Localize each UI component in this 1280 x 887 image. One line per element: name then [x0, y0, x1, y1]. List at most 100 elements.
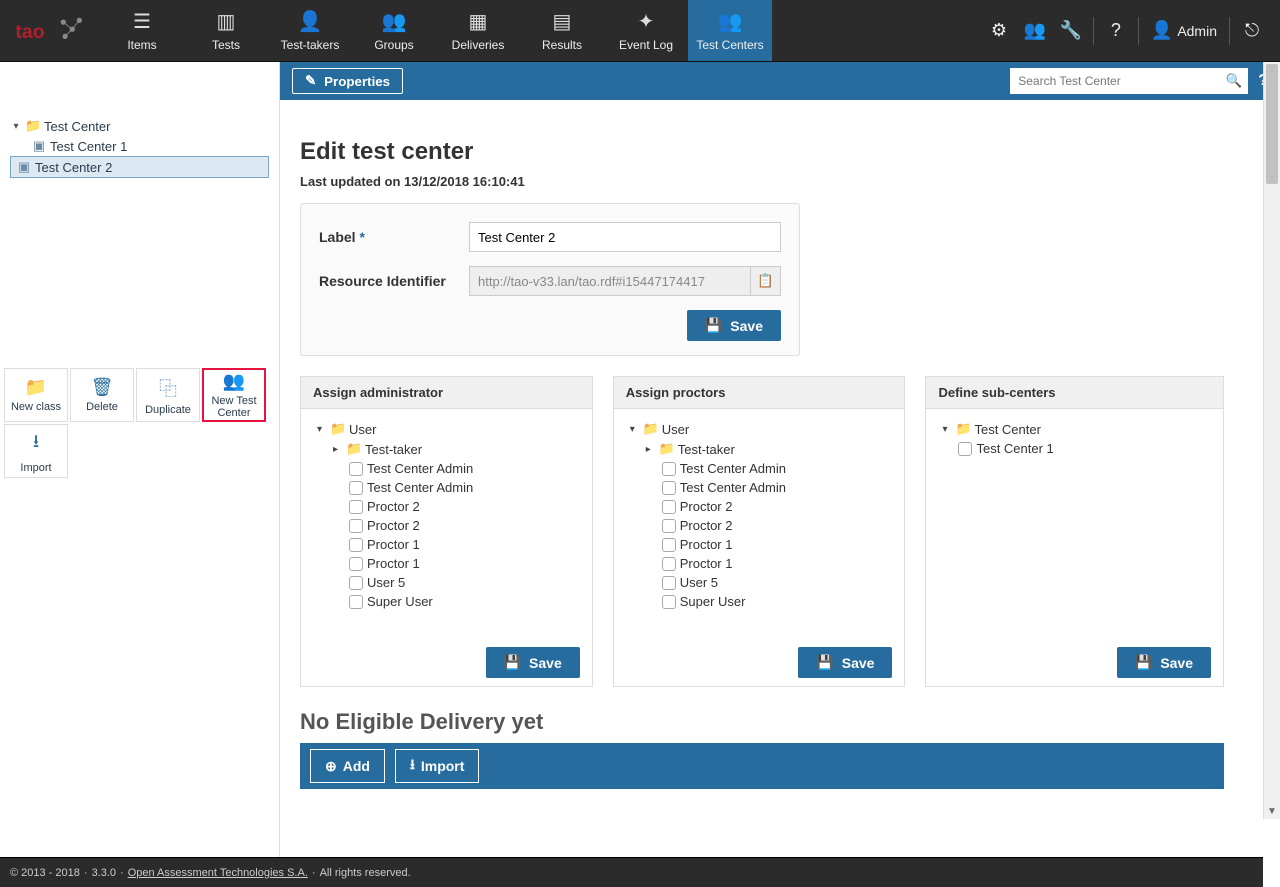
checkbox[interactable]: [349, 462, 363, 476]
scroll-thumb[interactable]: [1266, 64, 1278, 184]
user-item[interactable]: Test Center Admin: [626, 459, 893, 478]
pencil-icon: ✎: [305, 73, 316, 89]
search-input[interactable]: [1010, 68, 1220, 94]
testtaker-folder[interactable]: ▸📁Test-taker: [313, 439, 580, 459]
checkbox[interactable]: [349, 519, 363, 533]
checkbox[interactable]: [662, 481, 676, 495]
checkbox[interactable]: [662, 538, 676, 552]
delete-button[interactable]: 🗑Delete: [70, 368, 134, 422]
nav-results[interactable]: ▤Results: [520, 0, 604, 61]
add-eligible-button[interactable]: ⊕Add: [310, 749, 385, 783]
nav-tests[interactable]: ▥Tests: [184, 0, 268, 61]
no-eligible-heading: No Eligible Delivery yet: [300, 709, 1224, 735]
logo[interactable]: tao: [0, 13, 100, 49]
collapse-icon[interactable]: ▾: [942, 424, 952, 435]
user-root[interactable]: ▾📁User: [313, 419, 580, 439]
scrollbar[interactable]: ▲ ▼: [1263, 62, 1280, 819]
save-button[interactable]: 💾Save: [687, 310, 781, 341]
footer-org-link[interactable]: Open Assessment Technologies S.A.: [128, 867, 308, 879]
tools-icon[interactable]: 🔧: [1053, 13, 1089, 49]
tree-root-test-center[interactable]: ▾📁Test Center: [10, 116, 269, 136]
edit-form: Label * Resource Identifier 📋 💾Save: [300, 203, 800, 356]
checkbox[interactable]: [349, 576, 363, 590]
nav-items[interactable]: ☰Items: [100, 0, 184, 61]
new-test-center-button[interactable]: 👥New Test Center: [202, 368, 266, 422]
clipboard-icon: 📋: [757, 273, 774, 289]
user-item[interactable]: User 5: [626, 573, 893, 592]
checkbox[interactable]: [662, 500, 676, 514]
checkbox[interactable]: [349, 557, 363, 571]
collapse-icon[interactable]: ▾: [630, 424, 640, 435]
checkbox[interactable]: [662, 576, 676, 590]
nav-groups[interactable]: 👥Groups: [352, 0, 436, 61]
search-button[interactable]: 🔍: [1220, 68, 1248, 94]
user-item[interactable]: User 5: [313, 573, 580, 592]
tree-item-test-center-2[interactable]: ▣Test Center 2: [10, 156, 269, 178]
user-item[interactable]: Proctor 1: [313, 535, 580, 554]
help-icon[interactable]: ?: [1098, 13, 1134, 49]
groups-icon: 👥: [382, 9, 407, 34]
import-button[interactable]: ⭳Import: [4, 424, 68, 478]
user-item[interactable]: Proctor 2: [313, 497, 580, 516]
user-item[interactable]: Proctor 2: [313, 516, 580, 535]
nav-test-centers[interactable]: 👥Test Centers: [688, 0, 772, 61]
save-subcenters-button[interactable]: 💾Save: [1117, 647, 1211, 678]
eventlog-icon: ✦: [638, 9, 655, 34]
user-item[interactable]: Super User: [626, 592, 893, 611]
nav-event-log[interactable]: ✦Event Log: [604, 0, 688, 61]
label-input[interactable]: [469, 222, 781, 252]
subcenter-root[interactable]: ▾📁Test Center: [938, 419, 1211, 439]
checkbox[interactable]: [349, 595, 363, 609]
checkbox[interactable]: [662, 595, 676, 609]
user-item[interactable]: Test Center Admin: [313, 478, 580, 497]
collapse-icon[interactable]: ▾: [10, 121, 22, 132]
resource-id-input: [469, 266, 751, 296]
admin-menu[interactable]: 👤Admin: [1143, 13, 1225, 49]
subcenter-item[interactable]: Test Center 1: [938, 439, 1211, 458]
last-updated: Last updated on 13/12/2018 16:10:41: [300, 174, 1224, 189]
label-label: Label *: [319, 229, 469, 245]
checkbox[interactable]: [662, 462, 676, 476]
import-eligible-button[interactable]: ⭳Import: [395, 749, 479, 783]
resource-id-label: Resource Identifier: [319, 273, 469, 289]
save-admin-button[interactable]: 💾Save: [486, 647, 580, 678]
testtaker-folder[interactable]: ▸📁Test-taker: [626, 439, 893, 459]
checkbox[interactable]: [662, 519, 676, 533]
logout-icon[interactable]: ⎋: [1234, 13, 1270, 49]
eligible-toolbar: ⊕Add ⭳Import: [300, 743, 1224, 789]
checkbox[interactable]: [662, 557, 676, 571]
sidebar: ▾📁Test Center ▣Test Center 1 ▣Test Cente…: [0, 100, 280, 857]
duplicate-button[interactable]: ⿻Duplicate: [136, 368, 200, 422]
nav-deliveries[interactable]: ▦Deliveries: [436, 0, 520, 61]
user-item[interactable]: Proctor 2: [626, 497, 893, 516]
save-proctors-button[interactable]: 💾Save: [798, 647, 892, 678]
checkbox[interactable]: [349, 538, 363, 552]
checkbox[interactable]: [349, 481, 363, 495]
properties-button[interactable]: ✎Properties: [292, 68, 403, 94]
expand-icon[interactable]: ▸: [646, 444, 656, 455]
new-class-button[interactable]: 📁New class: [4, 368, 68, 422]
settings-icon[interactable]: ⚙: [981, 13, 1017, 49]
nav-test-takers[interactable]: 👤Test-takers: [268, 0, 352, 61]
user-item[interactable]: Proctor 1: [626, 535, 893, 554]
users-icon[interactable]: 👥: [1017, 13, 1053, 49]
item-icon: ▣: [31, 138, 47, 154]
define-subcenters-panel: Define sub-centers ▾📁Test Center Test Ce…: [925, 376, 1224, 687]
item-icon: ▣: [16, 159, 32, 175]
tree-item-test-center-1[interactable]: ▣Test Center 1: [10, 136, 269, 156]
copy-resource-id-button[interactable]: 📋: [751, 266, 781, 296]
checkbox[interactable]: [958, 442, 972, 456]
collapse-icon[interactable]: ▾: [317, 424, 327, 435]
user-item[interactable]: Test Center Admin: [313, 459, 580, 478]
scroll-down[interactable]: ▼: [1264, 803, 1280, 819]
user-item[interactable]: Proctor 1: [626, 554, 893, 573]
user-root[interactable]: ▾📁User: [626, 419, 893, 439]
expand-icon[interactable]: ▸: [333, 444, 343, 455]
user-item[interactable]: Proctor 2: [626, 516, 893, 535]
user-item[interactable]: Proctor 1: [313, 554, 580, 573]
import-icon: ⭳: [33, 429, 39, 459]
user-item[interactable]: Test Center Admin: [626, 478, 893, 497]
user-item[interactable]: Super User: [313, 592, 580, 611]
checkbox[interactable]: [349, 500, 363, 514]
save-icon: 💾: [705, 317, 722, 334]
